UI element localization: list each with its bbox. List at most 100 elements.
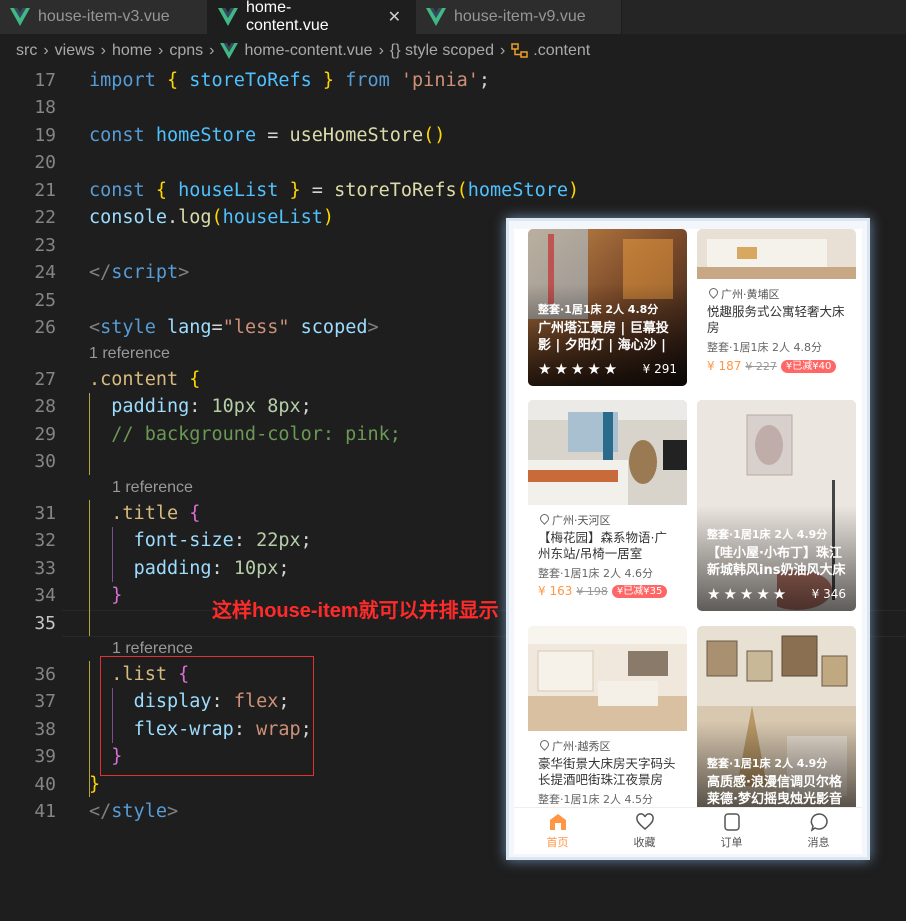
house-old-price: ¥ 227 [745, 359, 777, 373]
line-number: 20 [34, 152, 56, 173]
line-number: 25 [34, 290, 56, 311]
vue-file-icon [218, 8, 238, 26]
house-location: 广州·越秀区 [538, 738, 611, 754]
code-line: } [89, 774, 101, 795]
house-name: 悦趣服务式公寓轻奢大床房 [707, 304, 845, 335]
code-line: .content { [89, 369, 201, 390]
house-price: ¥ 163 [538, 584, 573, 598]
house-location: 广州·天河区 [538, 512, 611, 528]
house-name: 高质感·浪漫信调贝尔格莱德·梦幻摇曳烛光影音房 [707, 775, 842, 807]
rating-stars: ★★★★★ [707, 585, 790, 603]
line-number: 31 [34, 503, 56, 524]
house-location: 广州·黄埔区 [707, 286, 780, 302]
tab-orders[interactable]: 订单 [688, 808, 775, 854]
house-price-row: ¥ 187 ¥ 227 ¥已减¥40 [707, 359, 837, 373]
house-item[interactable]: 广州·天河区 【梅花园】森系物语·广州东站/吊椅一居室 整套·1居1床 2人 4… [528, 400, 687, 611]
code-line: <style lang="less" scoped> [89, 317, 379, 338]
house-summary: 整套·1居1床 2人 4.8分 [538, 303, 659, 316]
tab-home-content[interactable]: home-content.vue ✕ [208, 0, 416, 34]
line-number: 32 [34, 530, 56, 551]
phone-preview: 整套·1居1床 2人 4.8分 广州塔江景房 | 巨幕投影 | 夕阳灯 | 海心… [506, 218, 870, 860]
house-info: 整套·1居1床 2人 4.9分 高质感·浪漫信调贝尔格莱德·梦幻摇曳烛光影音房 [697, 755, 856, 807]
house-list[interactable]: 整套·1居1床 2人 4.8分 广州塔江景房 | 巨幕投影 | 夕阳灯 | 海心… [514, 229, 862, 807]
code-line: // background-color: pink; [111, 424, 401, 445]
house-item[interactable]: 整套·1居1床 2人 4.9分 高质感·浪漫信调贝尔格莱德·梦幻摇曳烛光影音房 [697, 626, 856, 807]
tab-label: 首页 [546, 836, 569, 849]
code-line: const { houseList } = storeToRefs(homeSt… [89, 180, 580, 201]
breadcrumb-item[interactable]: {} style scoped [390, 42, 494, 60]
house-info: 整套·1居1床 2人 4.8分 广州塔江景房 | 巨幕投影 | 夕阳灯 | 海心… [528, 301, 687, 386]
discount-badge: ¥已减¥40 [780, 359, 837, 373]
house-item[interactable]: 整套·1居1床 2人 4.9分 【哇小屋·小布丁】珠江新城韩风ins奶油风大床房… [697, 400, 856, 611]
heart-icon [635, 813, 654, 830]
vue-file-icon [220, 43, 239, 59]
tab-label: 收藏 [633, 836, 656, 849]
breadcrumb-item[interactable]: cpns [169, 42, 203, 60]
vue-file-icon [10, 8, 30, 26]
editor-tab-bar: house-item-v3.vue home-content.vue ✕ hou… [0, 0, 906, 34]
close-icon[interactable]: ✕ [388, 7, 401, 27]
line-number: 40 [34, 774, 56, 795]
line-number: 33 [34, 558, 56, 579]
code-line: font-size: 22px; [133, 530, 312, 551]
line-number: 24 [34, 262, 56, 283]
code-line: import { storeToRefs } from 'pinia'; [89, 70, 491, 91]
chevron-right-icon: › [43, 42, 49, 59]
house-item[interactable]: 整套·1居1床 2人 4.8分 广州塔江景房 | 巨幕投影 | 夕阳灯 | 海心… [528, 229, 687, 386]
house-summary: 整套·1居1床 2人 4.9分 [707, 528, 828, 541]
house-summary: 整套·1居1床 2人 4.9分 [707, 757, 828, 770]
house-summary: 整套·1居1床 2人 4.5分 [538, 793, 653, 806]
tab-label: home-content.vue [245, 0, 329, 34]
chevron-right-icon: › [158, 42, 164, 59]
tab-messages[interactable]: 消息 [775, 808, 862, 854]
chevron-right-icon: › [100, 42, 106, 59]
annotation-text: 这样house-item就可以并排显示 [212, 600, 499, 622]
line-number: 36 [34, 664, 56, 685]
house-photo [528, 626, 687, 731]
breadcrumb-item[interactable]: .content [533, 42, 590, 60]
line-number: 29 [34, 424, 56, 445]
breadcrumb-item[interactable]: src [16, 42, 37, 60]
tab-label: 订单 [720, 836, 743, 849]
breadcrumb-item[interactable]: home-content.vue [244, 42, 372, 60]
tab-house-item-v9[interactable]: house-item-v9.vue [416, 0, 622, 34]
code-line: const homeStore = useHomeStore() [89, 125, 446, 146]
house-item[interactable]: 广州·越秀区 豪华街景大床房天字码头长提酒吧街珠江夜景房 整套·1居1床 2人 … [528, 626, 687, 807]
code-line: } [111, 585, 123, 606]
codelens-reference[interactable]: 1 reference [89, 345, 170, 363]
location-icon [707, 286, 720, 299]
tab-house-item-v3[interactable]: house-item-v3.vue [0, 0, 208, 34]
line-number: 39 [34, 746, 56, 767]
message-icon [810, 813, 828, 832]
house-name: 豪华街景大床房天字码头长提酒吧街珠江夜景房 [538, 756, 676, 787]
house-summary: 整套·1居1床 2人 4.6分 [538, 567, 653, 580]
house-price: ¥ 187 [707, 359, 742, 373]
code-line: .title { [111, 503, 201, 524]
tab-home[interactable]: 首页 [514, 808, 601, 854]
tab-favorites[interactable]: 收藏 [601, 808, 688, 854]
code-line: </script> [89, 262, 190, 283]
line-number: 41 [34, 801, 56, 822]
breadcrumb: src › views › home › cpns › home-content.vue… [0, 34, 906, 68]
chevron-right-icon: › [378, 42, 384, 59]
house-price-row: ¥ 163 ¥ 198 ¥已减¥35 [538, 584, 668, 598]
house-old-price: ¥ 198 [576, 584, 608, 598]
highlight-box [100, 656, 314, 776]
line-number: 19 [34, 125, 56, 146]
line-number: 30 [34, 451, 56, 472]
codelens-reference[interactable]: 1 reference [112, 479, 193, 497]
house-summary: 整套·1居1床 2人 4.8分 [707, 341, 822, 354]
rating-stars: ★★★★★ [538, 360, 621, 378]
code-line: console.log(houseList) [89, 207, 335, 228]
line-number: 35 [34, 613, 56, 634]
line-number: 22 [34, 207, 56, 228]
line-number: 21 [34, 180, 56, 201]
breadcrumb-item[interactable]: views [55, 42, 95, 60]
chevron-right-icon: › [499, 42, 506, 59]
line-number: 17 [34, 70, 56, 91]
house-item[interactable]: 广州·黄埔区 悦趣服务式公寓轻奢大床房 整套·1居1床 2人 4.8分 ¥ 18… [697, 229, 856, 386]
home-icon [549, 814, 566, 830]
line-number: 18 [34, 97, 56, 118]
breadcrumb-item[interactable]: home [112, 42, 152, 60]
chevron-right-icon: › [209, 42, 215, 59]
